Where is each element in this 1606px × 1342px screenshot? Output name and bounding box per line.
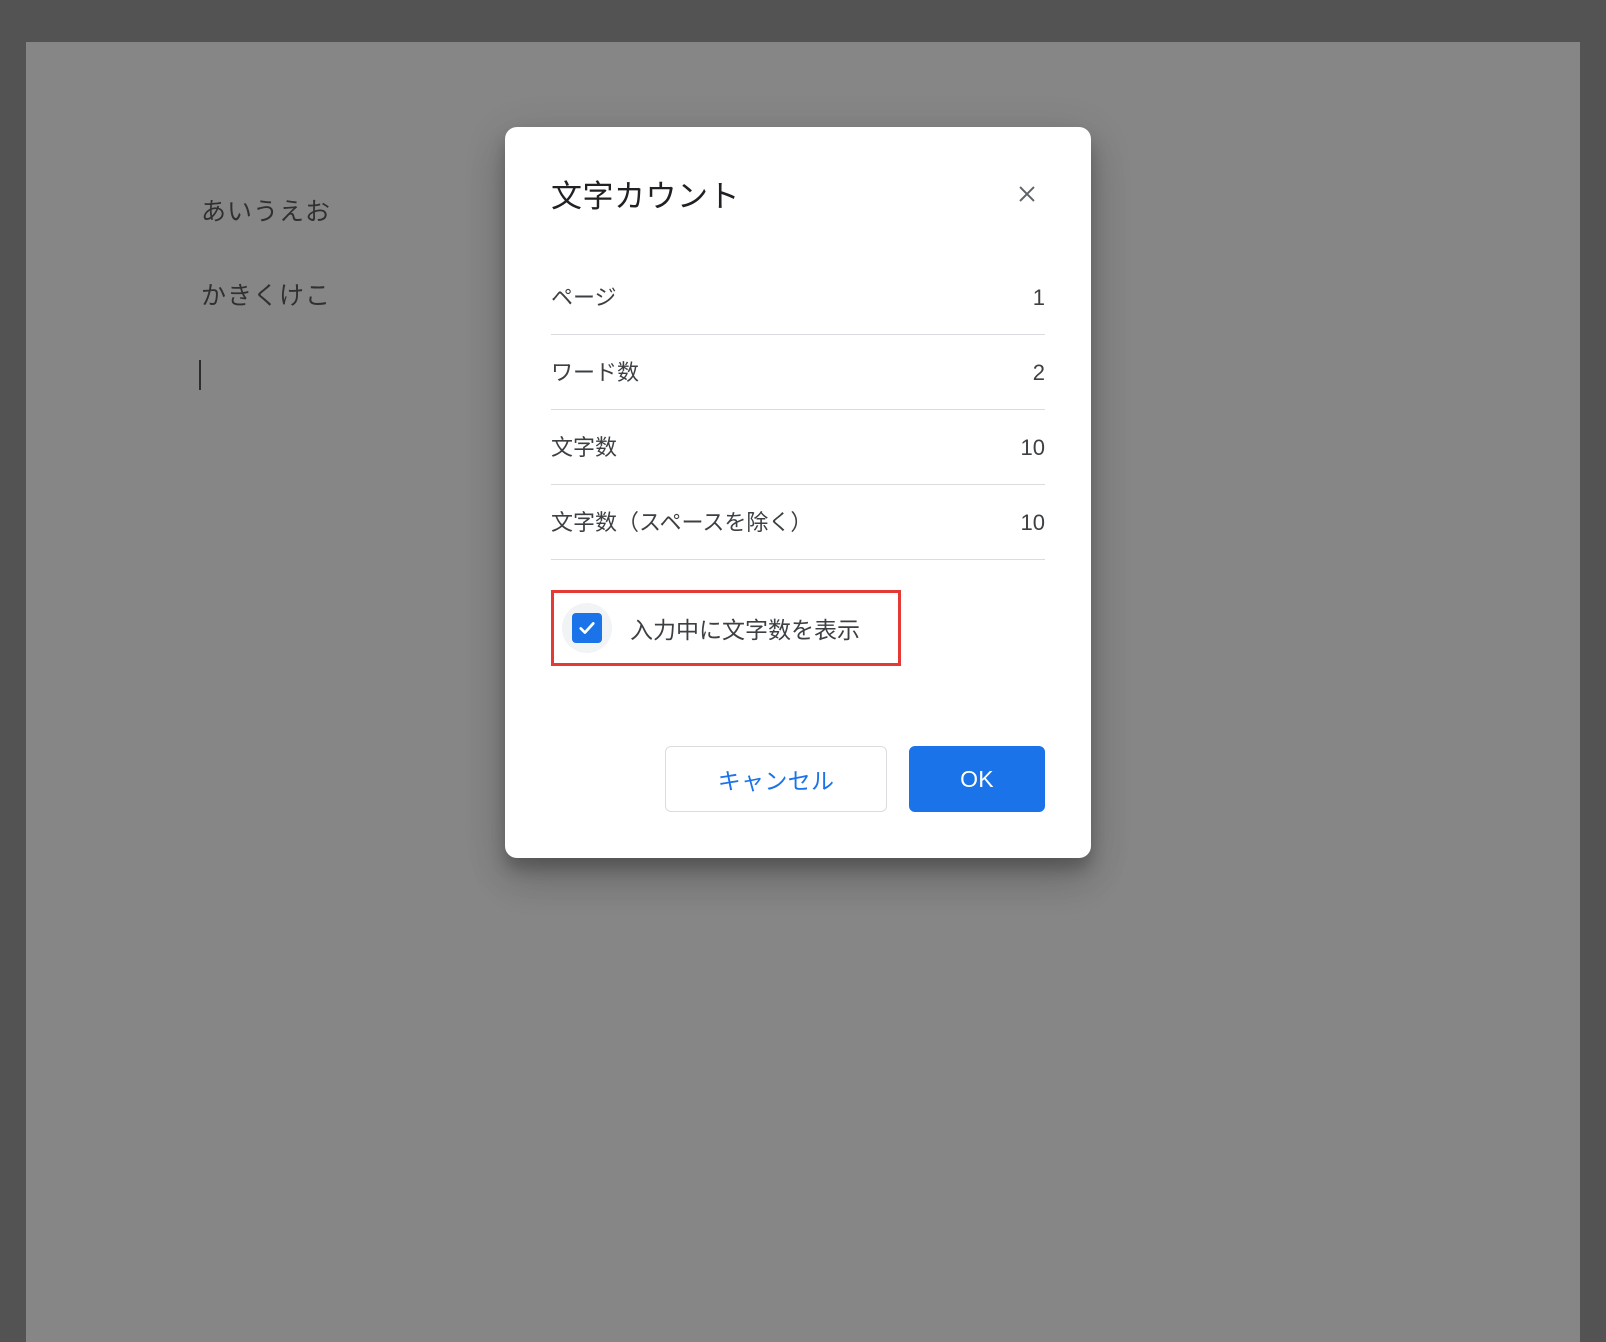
stat-value: 10 <box>1021 510 1045 536</box>
checkbox-label: 入力中に文字数を表示 <box>630 611 860 645</box>
checkbox-box <box>572 613 602 643</box>
button-label: OK <box>960 766 994 793</box>
dialog-actions: キャンセル OK <box>551 746 1045 812</box>
dialog-header: 文字カウント <box>551 171 1045 216</box>
stat-row-words: ワード数 2 <box>551 335 1045 410</box>
stat-label: ページ <box>551 280 617 312</box>
cancel-button[interactable]: キャンセル <box>665 746 887 812</box>
ok-button[interactable]: OK <box>909 746 1045 812</box>
stat-row-pages: ページ 1 <box>551 260 1045 335</box>
word-count-dialog: 文字カウント ページ 1 ワード数 2 文字数 10 文字数（スペースを除く） … <box>505 127 1091 858</box>
text-cursor <box>199 360 201 390</box>
stat-label: ワード数 <box>551 355 639 387</box>
display-while-typing-option: 入力中に文字数を表示 <box>551 590 901 666</box>
checkbox-display-while-typing[interactable] <box>562 603 612 653</box>
stat-value: 1 <box>1033 285 1045 311</box>
stat-value: 10 <box>1021 435 1045 461</box>
button-label: キャンセル <box>718 762 835 796</box>
close-icon <box>1016 183 1038 205</box>
stat-row-characters: 文字数 10 <box>551 410 1045 485</box>
stat-label: 文字数（スペースを除く） <box>551 505 812 537</box>
close-button[interactable] <box>1009 176 1045 212</box>
check-icon <box>577 618 597 638</box>
stat-row-characters-no-spaces: 文字数（スペースを除く） 10 <box>551 485 1045 560</box>
stat-label: 文字数 <box>551 430 617 462</box>
stat-value: 2 <box>1033 360 1045 386</box>
dialog-title: 文字カウント <box>551 171 740 216</box>
